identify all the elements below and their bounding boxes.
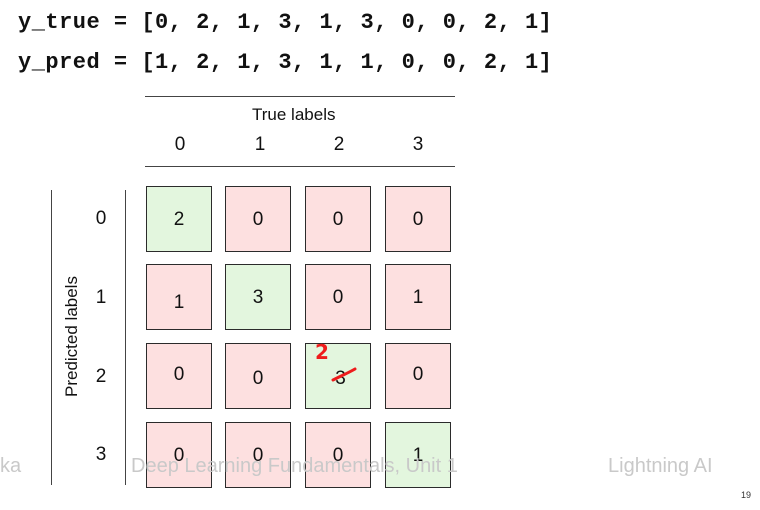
col-label-1: 1	[254, 134, 266, 155]
cell-value: 0	[252, 209, 264, 230]
page-number: 19	[741, 490, 752, 500]
matrix-cell-1-2: 0	[305, 264, 371, 330]
y-true-code: y_true = [0, 2, 1, 3, 1, 3, 0, 0, 2, 1]	[18, 10, 553, 35]
footer-course-title: Deep Learning Fundamentals, Unit 1	[131, 455, 458, 477]
cell-value: 1	[173, 292, 185, 313]
matrix-cell-2-0: 0	[146, 343, 212, 409]
corrected-value: 2	[315, 340, 329, 364]
cell-value: 0	[332, 209, 344, 230]
matrix-cell-1-1: 3	[225, 264, 291, 330]
strike-mark	[331, 367, 357, 382]
cell-value: 0	[252, 368, 264, 389]
cell-value: 2	[173, 209, 185, 230]
header-top-rule	[145, 96, 455, 97]
true-labels-title: True labels	[252, 105, 336, 124]
y-pred-code: y_pred = [1, 2, 1, 3, 1, 1, 0, 0, 2, 1]	[18, 50, 553, 75]
handwritten-correction-annotation: 2	[315, 340, 357, 382]
footer-brand: Lightning AI	[608, 455, 713, 477]
matrix-cell-0-1: 0	[225, 186, 291, 252]
matrix-cell-0-3: 0	[385, 186, 451, 252]
left-axis-line	[51, 190, 52, 485]
header-bottom-rule	[145, 166, 455, 167]
matrix-cell-2-3: 0	[385, 343, 451, 409]
cell-value: 0	[173, 364, 185, 385]
cell-value: 3	[252, 287, 264, 308]
footer-author-fragment: ka	[0, 455, 22, 477]
row-label-2: 2	[95, 366, 107, 387]
matrix-cell-0-0: 2	[146, 186, 212, 252]
predicted-labels-title: Predicted labels	[62, 276, 81, 397]
row-label-0: 0	[95, 208, 107, 229]
cell-value: 0	[332, 287, 344, 308]
col-label-2: 2	[333, 134, 345, 155]
row-label-1: 1	[95, 287, 107, 308]
cell-value: 0	[412, 209, 424, 230]
cell-value: 1	[412, 287, 424, 308]
cell-value: 0	[412, 364, 424, 385]
col-label-0: 0	[174, 134, 186, 155]
matrix-cell-1-0: 1	[146, 264, 212, 330]
matrix-cell-0-2: 0	[305, 186, 371, 252]
row-label-divider	[125, 190, 126, 485]
matrix-cell-1-3: 1	[385, 264, 451, 330]
matrix-cell-2-1: 0	[225, 343, 291, 409]
col-label-3: 3	[412, 134, 424, 155]
row-label-3: 3	[95, 444, 107, 465]
